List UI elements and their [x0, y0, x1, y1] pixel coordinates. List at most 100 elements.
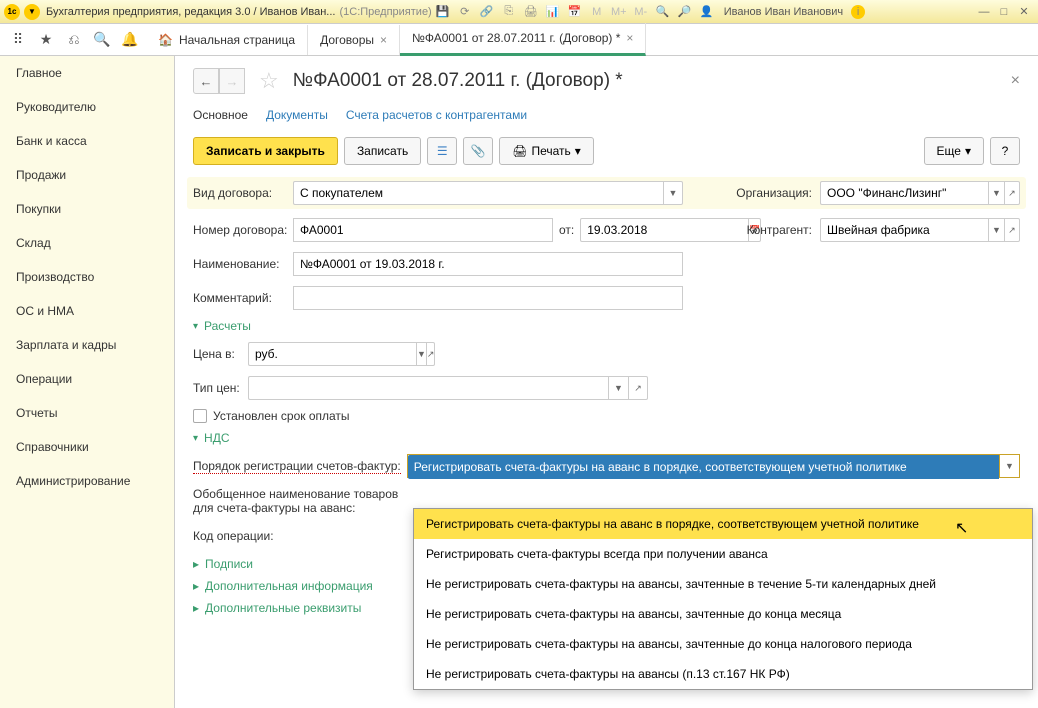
dropdown-option[interactable]: Не регистрировать счета-фактуры на аванс… — [414, 599, 1032, 629]
vat-section-header[interactable]: ▾ НДС — [193, 431, 1020, 445]
toolbar-link-icon[interactable]: 🔗 — [478, 3, 496, 21]
sidebar-item-sales[interactable]: Продажи — [0, 158, 174, 192]
help-button[interactable]: ? — [990, 137, 1020, 165]
print-button[interactable]: 🖨 Печать ▾ — [499, 137, 594, 165]
name-input[interactable] — [293, 252, 683, 276]
tab-contracts[interactable]: Договоры × — [308, 25, 400, 55]
sidebar-item-operations[interactable]: Операции — [0, 362, 174, 396]
date-input[interactable] — [580, 218, 748, 242]
dropdown-icon[interactable]: ▼ — [416, 342, 426, 366]
dropdown-icon[interactable]: ▼ — [988, 181, 1004, 205]
dropdown-icon[interactable]: ▼ — [988, 218, 1004, 242]
sidebar-item-reports[interactable]: Отчеты — [0, 396, 174, 430]
org-input[interactable] — [820, 181, 988, 205]
sidebar-item-manager[interactable]: Руководителю — [0, 90, 174, 124]
app-menu-dropdown[interactable]: ▼ — [24, 4, 40, 20]
notifications-icon[interactable]: 🔔 — [118, 28, 142, 52]
window-titlebar: 1c ▼ Бухгалтерия предприятия, редакция 3… — [0, 0, 1038, 24]
toolbar-m-icon[interactable]: M — [588, 3, 606, 21]
chevron-right-icon: ▸ — [193, 601, 199, 615]
save-close-button[interactable]: Записать и закрыть — [193, 137, 338, 165]
sidebar-item-salary[interactable]: Зарплата и кадры — [0, 328, 174, 362]
sidebar-item-warehouse[interactable]: Склад — [0, 226, 174, 260]
counterparty-input[interactable] — [820, 218, 988, 242]
tab-home[interactable]: 🏠 Начальная страница — [146, 25, 308, 55]
window-close-button[interactable]: ✕ — [1015, 4, 1033, 20]
toolbar-print-icon[interactable]: 🖨 — [522, 3, 540, 21]
toolbar-save-icon[interactable]: 💾 — [434, 3, 452, 21]
name-label: Наименование: — [193, 257, 293, 271]
currency-input[interactable] — [248, 342, 416, 366]
toolbar-zoomin-icon[interactable]: 🔍 — [654, 3, 672, 21]
price-in-label: Цена в: — [193, 347, 248, 361]
contract-type-input[interactable] — [293, 181, 663, 205]
toolbar-refresh-icon[interactable]: ⟳ — [456, 3, 474, 21]
dropdown-icon[interactable]: ▼ — [999, 455, 1019, 477]
content-area: ← → ☆ №ФА0001 от 28.07.2011 г. (Договор)… — [175, 56, 1038, 708]
goods-name-label-1: Обобщенное наименование товаров — [193, 487, 423, 501]
apps-icon[interactable]: ⠿ — [6, 28, 30, 52]
favorite-star-icon[interactable]: ☆ — [259, 68, 279, 94]
subtab-main[interactable]: Основное — [193, 108, 248, 125]
price-type-input[interactable] — [248, 376, 608, 400]
main-toolbar: ⠿ ★ ⎌ 🔍 🔔 🏠 Начальная страница Договоры … — [0, 24, 1038, 56]
toolbar-calendar-icon[interactable]: 📅 — [566, 3, 584, 21]
dropdown-icon[interactable]: ▼ — [608, 376, 628, 400]
close-icon[interactable]: × — [380, 33, 387, 47]
payment-term-checkbox[interactable] — [193, 409, 207, 423]
subtab-calc[interactable]: Счета расчетов с контрагентами — [346, 108, 527, 125]
toolbar-mplus-icon[interactable]: M+ — [610, 3, 628, 21]
toolbar-calc-icon[interactable]: 📊 — [544, 3, 562, 21]
open-icon[interactable]: ↗ — [426, 342, 436, 366]
sidebar-item-production[interactable]: Производство — [0, 260, 174, 294]
toolbar-zoomout-icon[interactable]: 🔎 — [676, 3, 694, 21]
search-icon[interactable]: 🔍 — [90, 28, 114, 52]
sidebar-item-purchases[interactable]: Покупки — [0, 192, 174, 226]
number-input[interactable] — [293, 218, 553, 242]
toolbar-user-icon[interactable]: 👤 — [698, 3, 716, 21]
toolbar-info-icon[interactable]: i — [851, 5, 865, 19]
comment-label: Комментарий: — [193, 291, 293, 305]
sidebar-item-assets[interactable]: ОС и НМА — [0, 294, 174, 328]
sidebar-item-directories[interactable]: Справочники — [0, 430, 174, 464]
attach-icon-button[interactable]: 📎 — [463, 137, 493, 165]
page-close-button[interactable]: × — [1011, 72, 1020, 90]
chevron-down-icon: ▾ — [193, 433, 198, 444]
contract-type-label: Вид договора: — [193, 186, 293, 200]
nav-back-button[interactable]: ← — [193, 68, 219, 94]
list-icon-button[interactable]: ☰ — [427, 137, 457, 165]
nav-forward-button[interactable]: → — [219, 68, 245, 94]
dropdown-option[interactable]: Не регистрировать счета-фактуры на аванс… — [414, 629, 1032, 659]
chevron-right-icon: ▸ — [193, 557, 199, 571]
history-icon[interactable]: ⎌ — [62, 28, 86, 52]
org-label: Организация: — [736, 186, 812, 200]
dropdown-option[interactable]: Регистрировать счета-фактуры всегда при … — [414, 539, 1032, 569]
calcs-section-header[interactable]: ▾ Расчеты — [193, 319, 1020, 333]
invoice-order-input[interactable] — [408, 455, 999, 479]
save-button[interactable]: Записать — [344, 137, 421, 165]
counterparty-label: Контрагент: — [747, 223, 812, 237]
window-minimize-button[interactable]: — — [975, 4, 993, 20]
open-icon[interactable]: ↗ — [1004, 181, 1020, 205]
dropdown-option[interactable]: Не регистрировать счета-фактуры на аванс… — [414, 659, 1032, 689]
favorites-icon[interactable]: ★ — [34, 28, 58, 52]
open-icon[interactable]: ↗ — [628, 376, 648, 400]
toolbar-copy-icon[interactable]: ⎘ — [500, 3, 518, 21]
open-icon[interactable]: ↗ — [1004, 218, 1020, 242]
sidebar-item-admin[interactable]: Администрирование — [0, 464, 174, 498]
dropdown-icon[interactable]: ▼ — [663, 181, 683, 205]
home-icon: 🏠 — [158, 33, 173, 47]
dropdown-option[interactable]: Не регистрировать счета-фактуры на аванс… — [414, 569, 1032, 599]
close-icon[interactable]: × — [626, 31, 633, 45]
tab-contract-detail[interactable]: №ФА0001 от 28.07.2011 г. (Договор) * × — [400, 23, 646, 56]
dropdown-option[interactable]: Регистрировать счета-фактуры на аванс в … — [414, 509, 1032, 539]
platform-label: (1С:Предприятие) — [339, 6, 431, 18]
comment-input[interactable] — [293, 286, 683, 310]
subtab-docs[interactable]: Документы — [266, 108, 328, 125]
sidebar-item-main[interactable]: Главное — [0, 56, 174, 90]
sidebar-item-bank[interactable]: Банк и касса — [0, 124, 174, 158]
user-label: Иванов Иван Иванович — [724, 6, 843, 18]
toolbar-mminus-icon[interactable]: M- — [632, 3, 650, 21]
window-maximize-button[interactable]: □ — [995, 4, 1013, 20]
more-button[interactable]: Еще ▾ — [924, 137, 984, 165]
